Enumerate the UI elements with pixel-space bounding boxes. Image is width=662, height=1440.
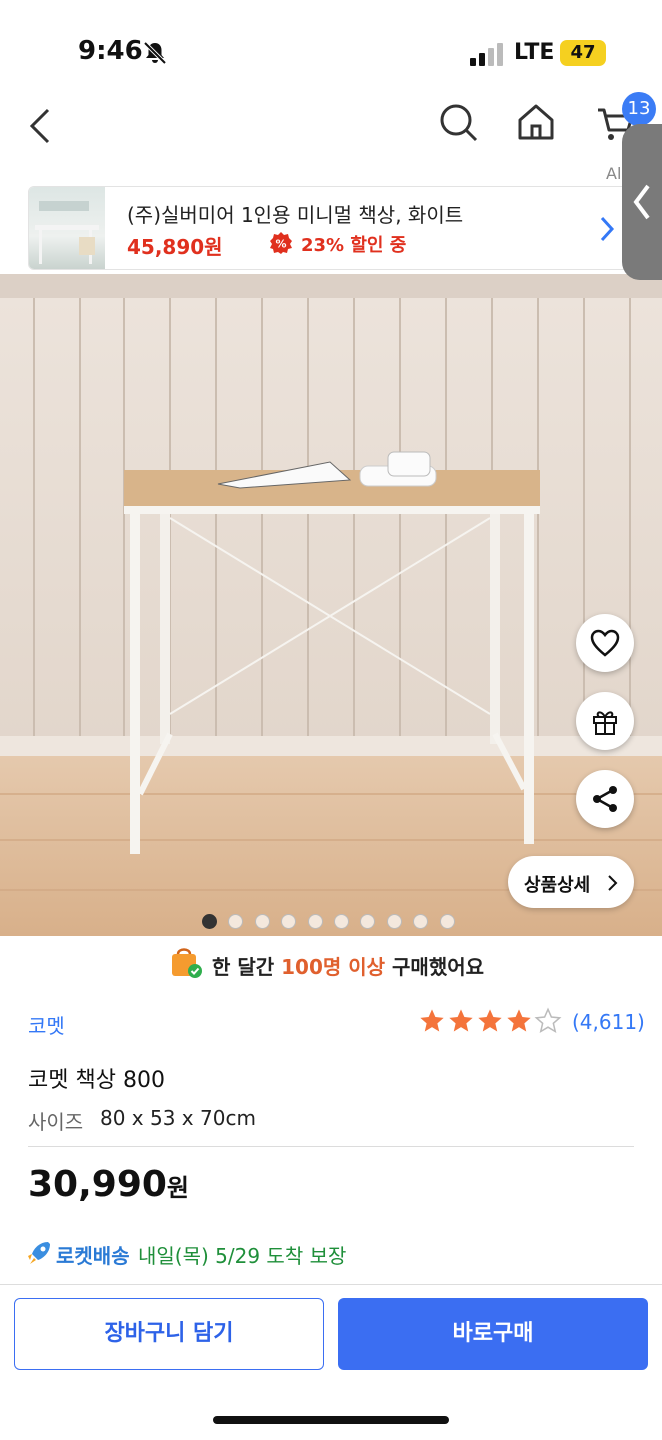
purchase-prefix: 한 달간 — [212, 955, 282, 979]
pagination-dot[interactable] — [281, 914, 297, 929]
status-time: 9:46 — [78, 36, 143, 66]
share-button[interactable] — [576, 770, 634, 828]
star-icon — [478, 1009, 502, 1032]
chevron-right-icon — [600, 216, 615, 242]
home-icon[interactable] — [514, 100, 558, 144]
pagination-dot[interactable] — [202, 914, 217, 929]
product-detail-button[interactable]: 상품상세 — [508, 856, 634, 908]
status-bar: 9:46 LTE 47 — [0, 0, 662, 90]
banner-thumbnail — [29, 187, 105, 269]
pagination-dot[interactable] — [360, 914, 376, 929]
brand-link[interactable]: 코멧 — [28, 1010, 65, 1039]
pagination-dot[interactable] — [307, 914, 323, 929]
buy-now-button[interactable]: 바로구매 — [338, 1298, 648, 1370]
bell-slash-icon — [143, 41, 167, 65]
add-to-cart-button[interactable]: 장바구니 담기 — [14, 1298, 324, 1370]
signal-icon — [470, 43, 503, 66]
banner-title: (주)실버미어 1인용 미니멀 책상, 화이트 — [127, 203, 464, 227]
star-icon — [449, 1009, 473, 1032]
pagination-dot[interactable] — [413, 914, 429, 929]
shopping-bag-icon — [172, 948, 202, 978]
purchase-highlight: 100명 이상 — [281, 955, 386, 979]
divider — [28, 1146, 634, 1147]
price-amount: 30,990 — [28, 1164, 167, 1205]
gift-icon — [593, 711, 617, 735]
size-value: 80 x 53 x 70cm — [100, 1106, 256, 1130]
pagination-dot[interactable] — [228, 914, 244, 929]
pagination-dot[interactable] — [439, 914, 455, 929]
discount-percent-icon: % — [270, 232, 292, 254]
svg-text:%: % — [275, 238, 286, 251]
cart-label: Al — [606, 164, 622, 183]
pagination-dot[interactable] — [386, 914, 402, 929]
star-icon — [534, 1007, 562, 1034]
gift-button[interactable] — [576, 692, 634, 750]
product-image[interactable] — [0, 274, 662, 936]
battery-indicator: 47 — [560, 40, 606, 66]
banner-discount: 23% 할인 중 — [301, 235, 407, 256]
rocket-icon — [28, 1242, 50, 1264]
home-indicator — [213, 1416, 449, 1424]
product-banner[interactable]: (주)실버미어 1인용 미니멀 책상, 화이트 45,890원 % 23% 할인… — [28, 186, 632, 270]
chevron-right-icon — [608, 875, 618, 891]
price-unit: 원 — [166, 1174, 190, 1202]
delivery-date: 내일(목) 5/29 도착 보장 — [138, 1244, 347, 1268]
review-count[interactable]: (4,611) — [572, 1010, 645, 1034]
share-icon — [593, 786, 617, 812]
star-icon — [420, 1009, 444, 1032]
network-type: LTE — [514, 40, 555, 65]
pagination-dot[interactable] — [254, 914, 270, 929]
purchase-count-text: 한 달간 100명 이상 구매했어요 — [212, 951, 484, 980]
image-pagination — [202, 914, 462, 930]
banner-price: 45,890원 — [127, 235, 223, 259]
back-icon[interactable] — [20, 104, 64, 148]
product-price: 30,990원 — [28, 1164, 189, 1205]
rating-stars[interactable] — [418, 1006, 568, 1036]
pagination-dot[interactable] — [334, 914, 349, 929]
product-detail-label: 상품상세 — [524, 875, 591, 896]
heart-icon — [590, 629, 620, 657]
wishlist-button[interactable] — [576, 614, 634, 672]
rocket-delivery-label: 로켓배송 — [56, 1244, 130, 1268]
purchase-suffix: 구매했어요 — [385, 955, 485, 979]
size-label: 사이즈 — [28, 1110, 84, 1134]
chevron-left-icon — [633, 184, 650, 220]
search-icon[interactable] — [436, 100, 480, 144]
side-panel-handle[interactable] — [622, 124, 662, 280]
star-icon — [507, 1009, 531, 1032]
product-name: 코멧 책상 800 — [28, 1068, 165, 1093]
cart-count-badge[interactable]: 13 — [622, 92, 656, 126]
